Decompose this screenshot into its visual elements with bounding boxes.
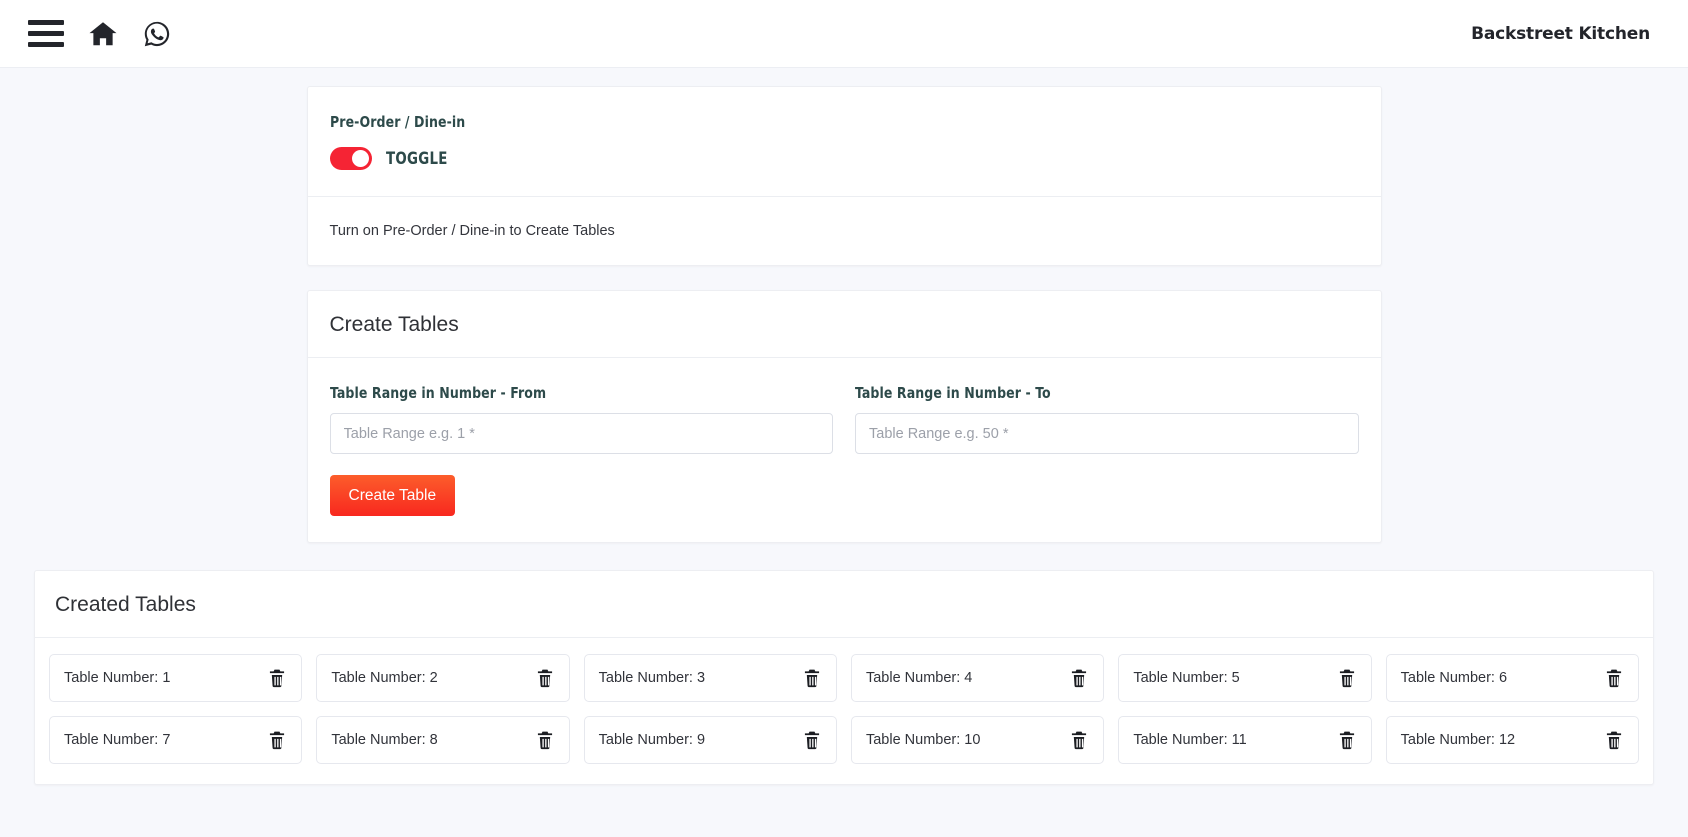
preorder-toggle-section: Pre-Order / Dine-in TOGGLE [308,87,1381,196]
create-table-button[interactable]: Create Table [330,475,456,516]
table-card: Table Number: 3 [584,654,837,702]
table-card: Table Number: 6 [1386,654,1639,702]
table-card-label: Table Number: 10 [866,732,980,748]
table-range-to-field: Table Range in Number - To [855,384,1359,454]
delete-table-button[interactable] [1604,729,1624,751]
delete-table-button[interactable] [535,729,555,751]
table-card: Table Number: 10 [851,716,1104,764]
trash-icon[interactable] [1069,729,1089,751]
created-tables-panel: Created Tables Table Number: 1Table Numb… [34,570,1654,785]
table-card: Table Number: 1 [49,654,302,702]
create-tables-heading: Create Tables [308,291,1381,357]
table-card-label: Table Number: 9 [599,732,705,748]
restaurant-name: Backstreet Kitchen [1471,24,1650,44]
created-tables-grid: Table Number: 1 Table Number: 2 Table Numb… [35,638,1653,784]
delete-table-button[interactable] [1337,729,1357,751]
trash-icon[interactable] [1337,667,1357,689]
table-card-label: Table Number: 5 [1133,670,1239,686]
preorder-toggle-switch[interactable] [330,147,372,170]
table-range-to-input[interactable] [855,413,1359,454]
table-range-fields: Table Range in Number - From Table Range… [330,384,1359,454]
table-card-label: Table Number: 3 [599,670,705,686]
table-card-label: Table Number: 12 [1401,732,1515,748]
table-card: Table Number: 8 [316,716,569,764]
hamburger-line [28,20,64,25]
create-tables-card: Create Tables Table Range in Number - Fr… [307,290,1382,543]
table-card: Table Number: 4 [851,654,1104,702]
hamburger-line [28,31,64,36]
hamburger-line [28,42,64,47]
brand-area: Backstreet Kitchen [1471,24,1668,44]
trash-icon[interactable] [1337,729,1357,751]
table-card-label: Table Number: 2 [331,670,437,686]
toggle-knob [352,150,369,167]
trash-icon[interactable] [267,667,287,689]
table-card: Table Number: 12 [1386,716,1639,764]
hamburger-menu-button[interactable] [28,20,64,48]
trash-icon[interactable] [535,667,555,689]
table-card: Table Number: 5 [1118,654,1371,702]
table-card-label: Table Number: 6 [1401,670,1507,686]
home-icon[interactable] [86,19,120,49]
preorder-hint-text: Turn on Pre-Order / Dine-in to Create Ta… [330,223,1359,239]
delete-table-button[interactable] [535,667,555,689]
table-range-to-label: Table Range in Number - To [855,384,1308,402]
table-range-from-label: Table Range in Number - From [330,384,783,402]
trash-icon[interactable] [802,667,822,689]
trash-icon[interactable] [1604,729,1624,751]
preorder-label: Pre-Order / Dine-in [330,113,1256,131]
delete-table-button[interactable] [1337,667,1357,689]
table-card: Table Number: 11 [1118,716,1371,764]
table-card: Table Number: 2 [316,654,569,702]
table-range-from-input[interactable] [330,413,834,454]
delete-table-button[interactable] [267,667,287,689]
table-range-from-field: Table Range in Number - From [330,384,834,454]
trash-icon[interactable] [1069,667,1089,689]
delete-table-button[interactable] [802,667,822,689]
table-card-label: Table Number: 7 [64,732,170,748]
delete-table-button[interactable] [1604,667,1624,689]
trash-icon[interactable] [535,729,555,751]
table-card: Table Number: 9 [584,716,837,764]
delete-table-button[interactable] [1069,729,1089,751]
create-tables-form: Table Range in Number - From Table Range… [308,358,1381,542]
trash-icon[interactable] [1604,667,1624,689]
page-content: Pre-Order / Dine-in TOGGLE Turn on Pre-O… [0,68,1688,785]
preorder-hint-section: Turn on Pre-Order / Dine-in to Create Ta… [308,197,1381,265]
whatsapp-button[interactable] [142,19,172,49]
home-button[interactable] [86,19,120,49]
created-tables-heading: Created Tables [35,571,1653,637]
delete-table-button[interactable] [267,729,287,751]
center-column: Pre-Order / Dine-in TOGGLE Turn on Pre-O… [307,86,1382,543]
topbar-icon-group [28,19,172,49]
table-card: Table Number: 7 [49,716,302,764]
delete-table-button[interactable] [1069,667,1089,689]
table-card-label: Table Number: 11 [1133,732,1246,748]
table-card-label: Table Number: 8 [331,732,437,748]
toggle-label: TOGGLE [386,149,448,168]
whatsapp-icon[interactable] [142,19,172,49]
delete-table-button[interactable] [802,729,822,751]
trash-icon[interactable] [802,729,822,751]
trash-icon[interactable] [267,729,287,751]
table-card-label: Table Number: 1 [64,670,170,686]
top-navigation-bar: Backstreet Kitchen [0,0,1688,68]
table-card-label: Table Number: 4 [866,670,972,686]
preorder-toggle-row: TOGGLE [330,147,1359,170]
hamburger-menu-icon[interactable] [28,20,64,48]
preorder-dinein-card: Pre-Order / Dine-in TOGGLE Turn on Pre-O… [307,86,1382,266]
